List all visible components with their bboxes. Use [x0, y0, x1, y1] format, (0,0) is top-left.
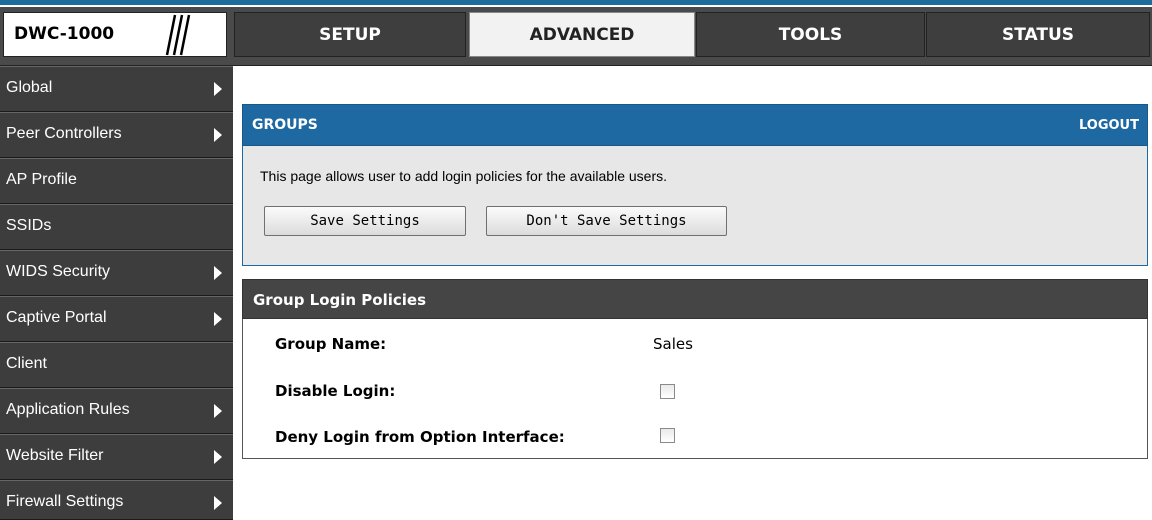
- arrow-right-icon: [214, 312, 222, 326]
- sidebar-item-captive-portal[interactable]: Captive Portal: [0, 296, 233, 342]
- sidebar-item-label: Client: [6, 355, 47, 372]
- group-login-policies-body: Group Name: Sales Disable Login: Deny Lo…: [242, 319, 1148, 459]
- tab-advanced[interactable]: ADVANCED: [469, 12, 695, 57]
- section-title: Group Login Policies: [253, 291, 427, 309]
- sidebar-item-label: Peer Controllers: [6, 125, 122, 142]
- groups-panel-header: GROUPS LOGOUT: [242, 104, 1148, 146]
- sidebar-item-firewall-settings[interactable]: Firewall Settings: [0, 480, 233, 520]
- arrow-right-icon: [214, 450, 222, 464]
- dont-save-settings-button[interactable]: Don't Save Settings: [486, 206, 727, 236]
- groups-panel-body: This page allows user to add login polic…: [242, 146, 1148, 266]
- tab-tools[interactable]: TOOLS: [696, 12, 925, 57]
- group-login-policies-header: Group Login Policies: [242, 279, 1148, 319]
- tab-status[interactable]: STATUS: [926, 12, 1150, 57]
- sidebar-item-label: Application Rules: [6, 401, 130, 418]
- sidebar-item-label: Global: [6, 79, 53, 96]
- group-name-label: Group Name:: [275, 335, 387, 353]
- sidebar-item-label: Website Filter: [6, 447, 104, 464]
- sidebar-item-peer-controllers[interactable]: Peer Controllers: [0, 112, 233, 158]
- page-title: GROUPS: [252, 117, 318, 133]
- sidebar: Global Peer Controllers AP Profile SSIDs…: [0, 66, 233, 520]
- sidebar-item-application-rules[interactable]: Application Rules: [0, 388, 233, 434]
- sidebar-item-ssids[interactable]: SSIDs: [0, 204, 233, 250]
- group-name-value: Sales: [653, 335, 693, 353]
- tab-setup[interactable]: SETUP: [234, 12, 466, 57]
- sidebar-item-label: Firewall Settings: [6, 493, 124, 510]
- product-name: DWC-1000: [14, 24, 115, 44]
- arrow-right-icon: [214, 82, 222, 96]
- sidebar-item-label: AP Profile: [6, 171, 77, 188]
- sidebar-item-label: WIDS Security: [6, 263, 111, 280]
- arrow-right-icon: [214, 404, 222, 418]
- logout-link[interactable]: LOGOUT: [1079, 118, 1139, 133]
- sidebar-item-website-filter[interactable]: Website Filter: [0, 434, 233, 480]
- sidebar-item-wids-security[interactable]: WIDS Security: [0, 250, 233, 296]
- sidebar-item-ap-profile[interactable]: AP Profile: [0, 158, 233, 204]
- sidebar-item-label: Captive Portal: [6, 309, 107, 326]
- disable-login-label: Disable Login:: [275, 382, 396, 400]
- top-accent-stripe: [0, 0, 1152, 5]
- sidebar-item-client[interactable]: Client: [0, 342, 233, 388]
- save-settings-button[interactable]: Save Settings: [264, 206, 466, 236]
- logo-slashes-icon: [165, 14, 191, 56]
- arrow-right-icon: [214, 266, 222, 280]
- top-navigation-bar: DWC-1000 SETUP ADVANCED TOOLS STATUS: [0, 7, 1152, 66]
- sidebar-item-label: SSIDs: [6, 217, 52, 234]
- deny-login-label: Deny Login from Option Interface:: [275, 428, 565, 446]
- deny-login-checkbox[interactable]: [660, 428, 675, 443]
- page-description: This page allows user to add login polic…: [260, 168, 668, 184]
- disable-login-checkbox[interactable]: [660, 384, 675, 399]
- arrow-right-icon: [214, 128, 222, 142]
- sidebar-item-global[interactable]: Global: [0, 66, 233, 112]
- arrow-right-icon: [214, 496, 222, 510]
- product-logo: DWC-1000: [3, 12, 227, 57]
